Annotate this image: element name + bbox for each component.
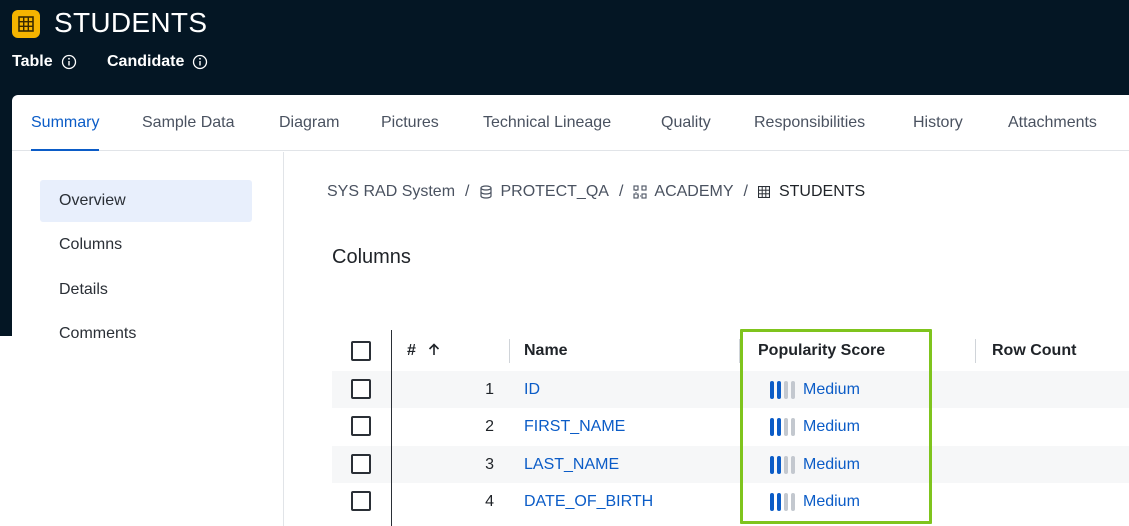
popularity-bar xyxy=(784,492,788,511)
popularity-bar xyxy=(777,455,781,474)
asset-status: Candidate xyxy=(107,52,208,72)
asset-card: Summary Sample Data Diagram Pictures Tec… xyxy=(12,95,1129,526)
table-row[interactable]: 1 ID Medium xyxy=(332,371,1129,408)
breadcrumb-table: STUDENTS xyxy=(778,183,866,200)
popularity-label[interactable]: Medium xyxy=(803,456,860,474)
table-row[interactable]: 4 DATE_OF_BIRTH Medium xyxy=(332,483,1129,520)
popularity-bar xyxy=(791,417,795,436)
popularity-bar xyxy=(770,492,774,511)
breadcrumb-separator: / xyxy=(465,183,470,200)
column-name-link[interactable]: DATE_OF_BIRTH xyxy=(524,483,653,520)
popularity-bars-icon xyxy=(770,492,795,511)
popularity-label[interactable]: Medium xyxy=(803,381,860,399)
row-number: 4 xyxy=(485,493,494,510)
arrow-up-icon xyxy=(428,331,440,372)
select-all-checkbox[interactable] xyxy=(351,341,371,361)
popularity-bar xyxy=(791,455,795,474)
popularity-bar xyxy=(784,417,788,436)
row-checkbox[interactable] xyxy=(351,454,371,474)
tab-technical-lineage[interactable]: Technical Lineage xyxy=(483,95,611,151)
page-title: STUDENTS xyxy=(54,7,208,38)
tab-attachments[interactable]: Attachments xyxy=(1008,95,1097,151)
row-checkbox[interactable] xyxy=(351,379,371,399)
table-header: # Name Popularity Score Row Count xyxy=(332,330,1129,371)
checkbox-column-divider xyxy=(391,330,392,526)
table-icon xyxy=(757,185,772,199)
tab-diagram[interactable]: Diagram xyxy=(279,95,339,151)
popularity-bar xyxy=(777,380,781,399)
asset-type-label: Table xyxy=(12,53,53,70)
popularity-bar xyxy=(777,492,781,511)
popularity-bar xyxy=(791,380,795,399)
row-number: 1 xyxy=(485,381,494,398)
sidebar-item-overview[interactable]: Overview xyxy=(40,180,252,222)
row-number: 3 xyxy=(485,456,494,473)
popularity-label[interactable]: Medium xyxy=(803,493,860,511)
sidebar-item-comments[interactable]: Comments xyxy=(40,313,252,355)
popularity-bar xyxy=(777,417,781,436)
column-name-link[interactable]: LAST_NAME xyxy=(524,446,619,483)
popularity-score: Medium xyxy=(770,408,860,445)
table-row[interactable]: 3 LAST_NAME Medium xyxy=(332,446,1129,483)
breadcrumb-schema[interactable]: ACADEMY xyxy=(654,183,733,201)
asset-status-label: Candidate xyxy=(107,53,185,70)
column-divider[interactable] xyxy=(509,339,510,363)
popularity-score: Medium xyxy=(770,483,860,520)
summary-sidebar: Overview Columns Details Comments xyxy=(12,152,284,526)
popularity-bar xyxy=(791,492,795,511)
header-name[interactable]: Name xyxy=(524,330,568,371)
popularity-bars-icon xyxy=(770,417,795,436)
popularity-bar xyxy=(770,417,774,436)
column-divider[interactable] xyxy=(975,339,976,363)
popularity-bars-icon xyxy=(770,380,795,399)
tab-responsibilities[interactable]: Responsibilities xyxy=(754,95,865,151)
tab-sample-data[interactable]: Sample Data xyxy=(142,95,235,151)
row-number: 2 xyxy=(485,418,494,435)
column-name-link[interactable]: ID xyxy=(524,371,540,408)
header-number[interactable]: # xyxy=(407,330,440,371)
row-checkbox[interactable] xyxy=(351,416,371,436)
tab-bar: Summary Sample Data Diagram Pictures Tec… xyxy=(12,95,1129,151)
breadcrumb-separator: / xyxy=(743,183,748,200)
popularity-bars-icon xyxy=(770,455,795,474)
sidebar-item-details[interactable]: Details xyxy=(40,269,252,311)
popularity-bar xyxy=(770,380,774,399)
breadcrumb-system[interactable]: SYS RAD System xyxy=(327,183,455,201)
breadcrumb-database[interactable]: PROTECT_QA xyxy=(500,183,608,201)
popularity-score: Medium xyxy=(770,371,860,408)
sidebar-item-columns[interactable]: Columns xyxy=(40,224,252,266)
header-popularity-score[interactable]: Popularity Score xyxy=(758,330,885,371)
popularity-bar xyxy=(770,455,774,474)
header-row-count[interactable]: Row Count xyxy=(992,330,1076,371)
popularity-score: Medium xyxy=(770,446,860,483)
asset-type: Table xyxy=(12,52,77,72)
info-icon[interactable] xyxy=(61,54,77,70)
column-divider[interactable] xyxy=(739,339,740,363)
table-icon xyxy=(12,10,40,38)
popularity-bar xyxy=(784,380,788,399)
breadcrumb-separator: / xyxy=(618,183,624,200)
column-name-link[interactable]: FIRST_NAME xyxy=(524,408,625,445)
section-title: Columns xyxy=(332,246,411,268)
popularity-label[interactable]: Medium xyxy=(803,418,860,436)
table-row[interactable]: 2 FIRST_NAME Medium xyxy=(332,408,1129,445)
schema-icon xyxy=(633,185,647,199)
tab-quality[interactable]: Quality xyxy=(661,95,711,151)
database-icon xyxy=(479,185,493,199)
info-icon[interactable] xyxy=(192,54,208,70)
tab-history[interactable]: History xyxy=(913,95,963,151)
breadcrumb: SYS RAD System / PROTECT_QA / ACADEMY / … xyxy=(327,181,865,203)
popularity-bar xyxy=(784,455,788,474)
columns-table: # Name Popularity Score Row Count 1 ID Med… xyxy=(332,330,1129,526)
row-checkbox[interactable] xyxy=(351,491,371,511)
tab-summary[interactable]: Summary xyxy=(31,95,100,151)
tab-pictures[interactable]: Pictures xyxy=(381,95,439,151)
